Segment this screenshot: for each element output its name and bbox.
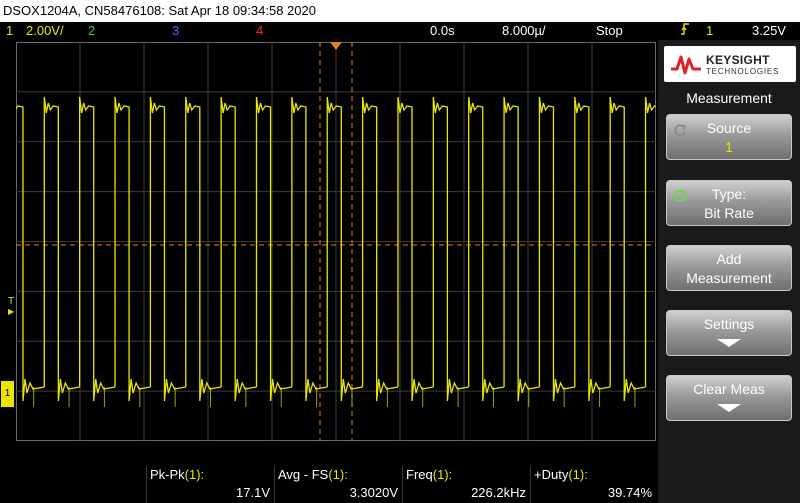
status-bar: 1 2.00V/ 2 3 4 0.0s 8.000µ/ Stop 1 3.25V <box>0 22 800 40</box>
measurement-bar: Pk-Pk(1): 17.1V Avg - FS(1): 3.3020V Fre… <box>0 462 656 503</box>
time-delay[interactable]: 0.0s <box>430 22 455 40</box>
measurement-duty[interactable]: +Duty(1): 39.74% <box>530 465 656 503</box>
ch2-number[interactable]: 2 <box>88 22 95 40</box>
channel1-ground-marker: 1 <box>1 381 14 407</box>
ch1-scale[interactable]: 2.00V/ <box>26 22 64 40</box>
measurement-freq[interactable]: Freq(1): 226.2kHz <box>402 465 530 503</box>
trigger-source[interactable]: 1 <box>706 22 713 40</box>
keysight-wave-icon <box>671 55 701 75</box>
trigger-position-marker <box>330 42 342 50</box>
waveform-display[interactable] <box>16 42 656 441</box>
menu-title: Measurement <box>686 90 772 106</box>
ch1-number[interactable]: 1 <box>6 22 13 40</box>
ch3-number[interactable]: 3 <box>172 22 179 40</box>
source-softkey[interactable]: Source 1 <box>666 114 792 160</box>
measurement-avg[interactable]: Avg - FS(1): 3.3020V <box>274 465 402 503</box>
run-state[interactable]: Stop <box>596 22 623 40</box>
trigger-level[interactable]: 3.25V <box>752 22 786 40</box>
trigger-level-marker: T ▶ <box>8 296 15 316</box>
measurement-pkpk[interactable]: Pk-Pk(1): 17.1V <box>146 465 274 503</box>
add-measurement-softkey[interactable]: Add Measurement <box>666 245 792 291</box>
time-scale[interactable]: 8.000µ/ <box>502 22 546 40</box>
settings-softkey[interactable]: Settings <box>666 310 792 356</box>
submenu-arrow-icon <box>717 339 741 347</box>
submenu-arrow-icon <box>717 404 741 412</box>
softkey-panel: KEYSIGHT TECHNOLOGIES Measurement Source… <box>658 40 800 503</box>
ch4-number[interactable]: 4 <box>256 22 263 40</box>
clear-meas-softkey[interactable]: Clear Meas <box>666 375 792 421</box>
rising-edge-icon <box>680 22 690 41</box>
type-softkey[interactable]: Type: Bit Rate <box>666 180 792 226</box>
scope-graticule <box>16 42 656 441</box>
window-title: DSOX1204A, CN58476108: Sat Apr 18 09:34:… <box>0 0 800 22</box>
keysight-logo: KEYSIGHT TECHNOLOGIES <box>664 46 796 82</box>
